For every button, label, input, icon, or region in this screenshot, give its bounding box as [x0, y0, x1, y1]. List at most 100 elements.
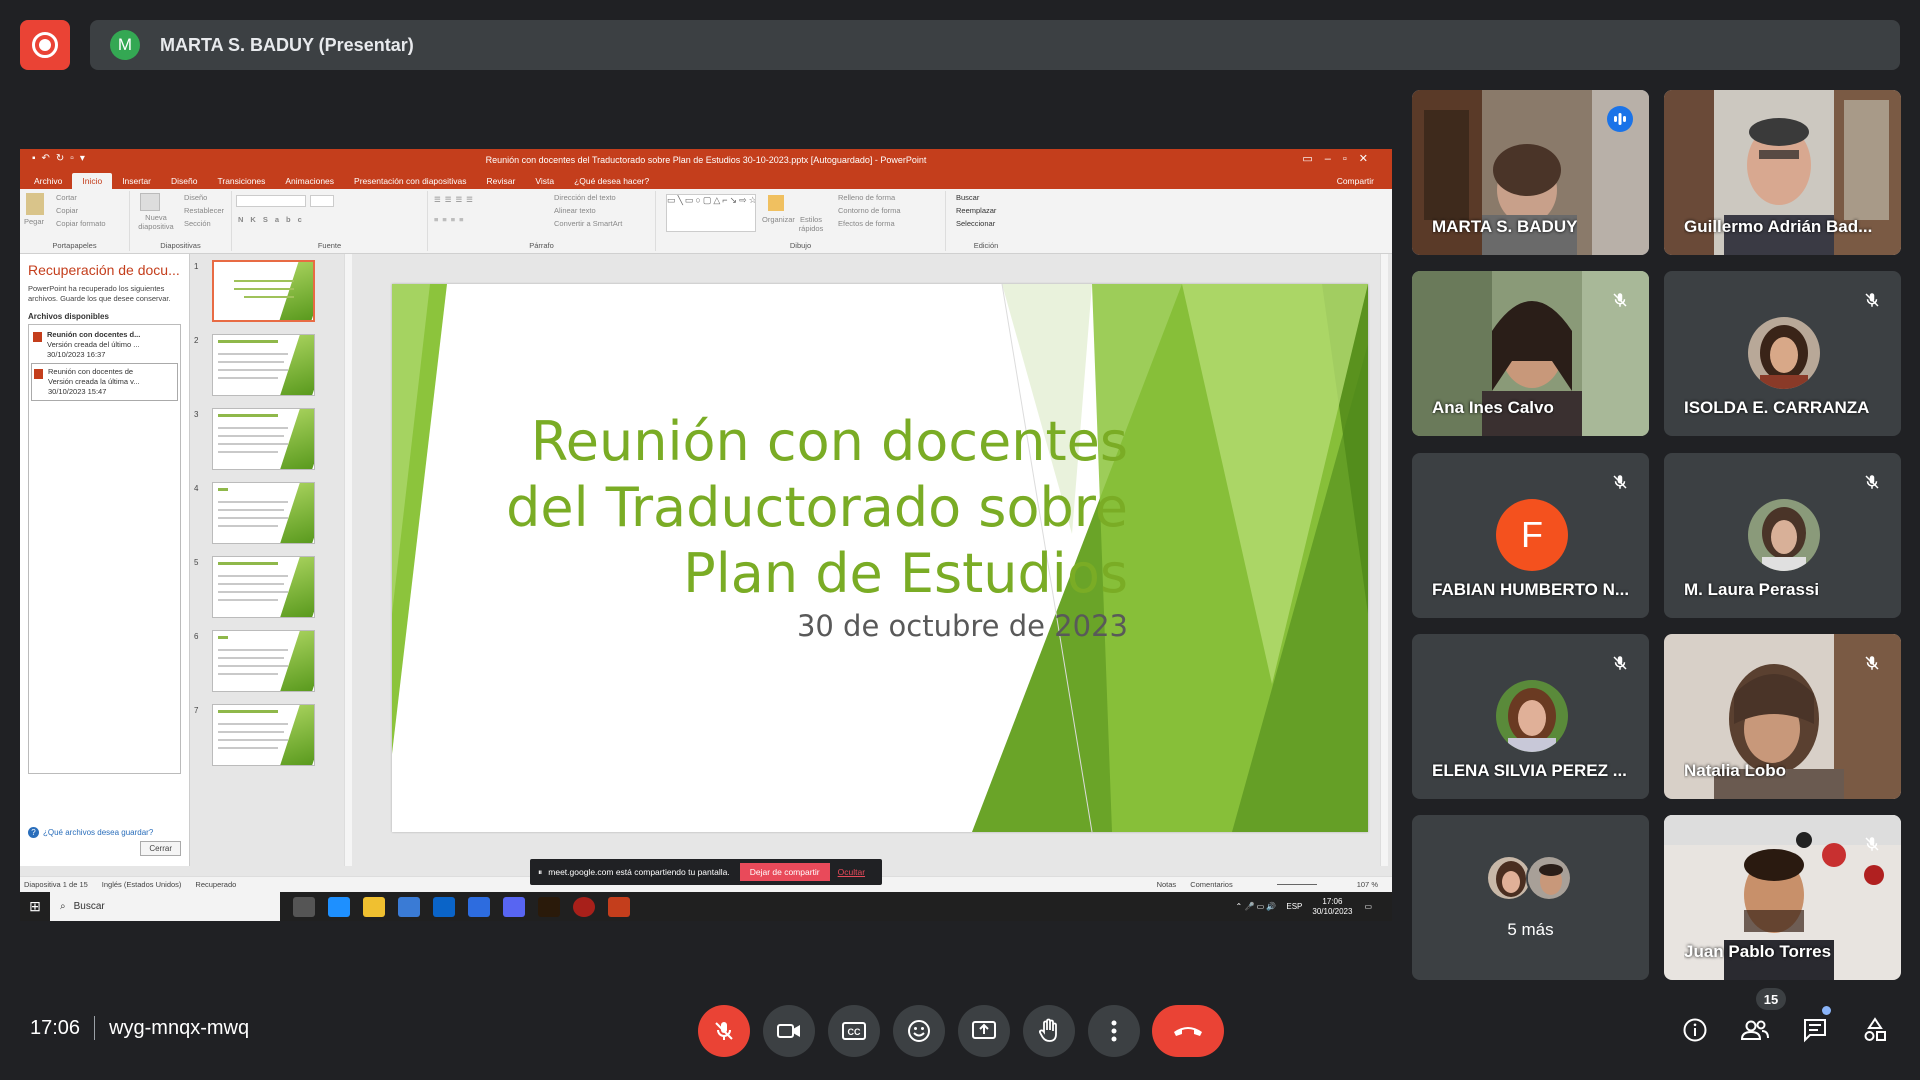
raise-hand-button[interactable] [1023, 1005, 1075, 1057]
text-direction-button[interactable]: Dirección del texto [554, 193, 616, 202]
present-screen-button[interactable] [958, 1005, 1010, 1057]
participant-tile[interactable]: Juan Pablo Torres [1664, 815, 1901, 980]
windows-taskbar: ⊞ ⌕ Buscar ⌃ 🎤 ▭ 🔊 ESP 17:06 30/10/2023 … [20, 892, 1392, 921]
slide-thumbnail[interactable] [212, 408, 315, 470]
reactions-button[interactable] [893, 1005, 945, 1057]
quick-styles-button[interactable]: Estilos rápidos [796, 215, 826, 233]
participant-tile[interactable]: ISOLDA E. CARRANZA [1664, 271, 1901, 436]
recording-button[interactable] [20, 20, 70, 70]
shape-effects-button[interactable]: Efectos de forma [838, 219, 895, 228]
comments-button[interactable]: Comentarios [1190, 880, 1233, 889]
more-participants-tile[interactable]: 5 más [1412, 815, 1649, 980]
help-link[interactable]: ? ¿Qué archivos desea guardar? [28, 827, 153, 838]
tab-presentacion[interactable]: Presentación con diapositivas [344, 173, 476, 189]
participant-tile[interactable]: Ana Ines Calvo [1412, 271, 1649, 436]
notes-button[interactable]: Notas [1157, 880, 1177, 889]
close-button[interactable]: Cerrar [140, 841, 181, 856]
cut-button[interactable]: Cortar [56, 193, 77, 202]
input-language[interactable]: ESP [1286, 902, 1302, 911]
recovery-title: Recuperación de docu... [28, 262, 180, 278]
select-button[interactable]: Seleccionar [956, 219, 995, 228]
copy-button[interactable]: Copiar [56, 206, 78, 215]
format-painter-button[interactable]: Copiar formato [56, 219, 106, 228]
participant-avatar [1748, 499, 1820, 571]
discord-icon[interactable] [503, 896, 525, 917]
layout-button[interactable]: Diseño [184, 193, 207, 202]
find-button[interactable]: Buscar [956, 193, 979, 202]
taskbar-search[interactable]: ⌕ Buscar [50, 892, 280, 921]
camera-toggle-button[interactable] [763, 1005, 815, 1057]
font-family-select[interactable] [236, 195, 306, 207]
organize-button[interactable]: Organizar [762, 215, 795, 224]
reset-button[interactable]: Restablecer [184, 206, 224, 215]
participant-tile[interactable]: M. Laura Perassi [1664, 453, 1901, 618]
recovered-files-list: Reunión con docentes d... Versión creada… [28, 324, 181, 774]
zoom-slider[interactable] [1276, 884, 1317, 885]
stop-sharing-button[interactable]: Dejar de compartir [739, 863, 830, 881]
slide-scrollbar[interactable] [1380, 254, 1388, 866]
align-text-button[interactable]: Alinear texto [554, 206, 596, 215]
smartart-button[interactable]: Convertir a SmartArt [554, 219, 622, 228]
group-label: Portapapeles [52, 241, 97, 250]
chat-button[interactable] [1795, 1010, 1835, 1050]
folder-icon[interactable] [363, 896, 385, 917]
people-icon [1740, 1020, 1769, 1040]
participant-tile[interactable]: MARTA S. BADUY [1412, 90, 1649, 255]
tab-revisar[interactable]: Revisar [477, 173, 526, 189]
participant-tile[interactable]: ELENA SILVIA PEREZ ... [1412, 634, 1649, 799]
windows-start-icon[interactable]: ⊞ [20, 892, 50, 921]
section-button[interactable]: Sección [184, 219, 211, 228]
tell-me-search[interactable]: ¿Qué desea hacer? [564, 173, 659, 189]
more-participants-label: 5 más [1507, 920, 1554, 939]
thumb-number: 5 [194, 558, 199, 567]
activities-button[interactable] [1855, 1010, 1895, 1050]
powerpoint-taskbar-icon[interactable] [608, 896, 630, 917]
slide-thumbnail[interactable] [212, 334, 315, 396]
slide-thumbnail[interactable] [212, 630, 315, 692]
meeting-details-button[interactable] [1675, 1010, 1715, 1050]
mail-icon[interactable] [433, 896, 455, 917]
leave-call-button[interactable] [1152, 1005, 1224, 1057]
slide-thumbnail[interactable] [212, 704, 315, 766]
recovered-file[interactable]: Reunión con docentes de Versión creada l… [31, 363, 178, 401]
captions-button[interactable]: CC [828, 1005, 880, 1057]
slide-thumbnail[interactable] [212, 260, 315, 322]
shape-fill-button[interactable]: Relleno de forma [838, 193, 895, 202]
shape-outline-button[interactable]: Contorno de forma [838, 206, 901, 215]
hide-notice-button[interactable]: Ocultar [838, 867, 865, 877]
edge-icon[interactable] [328, 896, 350, 917]
notification-icon[interactable]: ▭ [1364, 902, 1372, 911]
share-button[interactable]: Compartir [1327, 173, 1384, 189]
new-slide-button[interactable]: Nueva diapositiva [134, 213, 178, 231]
store-icon[interactable] [398, 896, 420, 917]
participant-tile[interactable]: Guillermo Adrián Bad... [1664, 90, 1901, 255]
tab-vista[interactable]: Vista [525, 173, 564, 189]
more-options-button[interactable] [1088, 1005, 1140, 1057]
recovered-file[interactable]: Reunión con docentes d... Versión creada… [31, 327, 178, 363]
font-size-select[interactable] [310, 195, 334, 207]
illustrator-icon[interactable] [538, 896, 560, 917]
slide-thumbnail[interactable] [212, 556, 315, 618]
people-button[interactable] [1735, 1010, 1775, 1050]
file-detail: Versión creada del último ... [47, 340, 140, 349]
tab-insertar[interactable]: Insertar [112, 173, 161, 189]
shapes-gallery[interactable]: ▭╲▭○▢△⌐↘⇨☆{} [666, 194, 756, 232]
mic-toggle-button[interactable] [698, 1005, 750, 1057]
tab-diseno[interactable]: Diseño [161, 173, 207, 189]
participant-tile[interactable]: Natalia Lobo [1664, 634, 1901, 799]
task-view-icon[interactable] [293, 896, 315, 917]
tab-animaciones[interactable]: Animaciones [275, 173, 344, 189]
zoom-app-icon[interactable] [468, 896, 490, 917]
paste-button[interactable]: Pegar [24, 217, 44, 226]
tab-inicio[interactable]: Inicio [72, 173, 113, 189]
participant-tile[interactable]: F FABIAN HUMBERTO N... [1412, 453, 1649, 618]
taskbar-clock[interactable]: 17:06 30/10/2023 [1312, 897, 1352, 917]
thumbnail-scrollbar[interactable] [344, 254, 352, 866]
tab-transiciones[interactable]: Transiciones [207, 173, 275, 189]
group-dibujo: ▭╲▭○▢△⌐↘⇨☆{} Organizar Estilos rápidos R… [656, 191, 946, 251]
slide-thumbnail[interactable] [212, 482, 315, 544]
opera-icon[interactable] [573, 896, 595, 917]
slide-canvas[interactable]: Reunión con docentes del Traductorado so… [392, 284, 1368, 832]
tab-archivo[interactable]: Archivo [24, 173, 72, 189]
replace-button[interactable]: Reemplazar [956, 206, 996, 215]
